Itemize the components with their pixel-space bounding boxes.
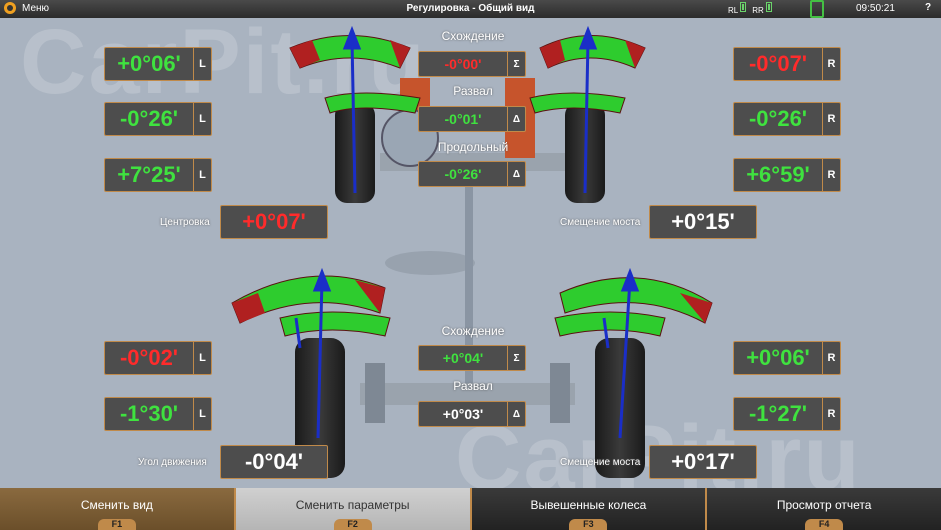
sensor-status: RL RR: [728, 2, 772, 15]
rear-right-toe-value: +0°06': [746, 345, 810, 370]
sensor-rl: RL: [728, 2, 747, 15]
side-indicator: R: [822, 159, 840, 191]
side-indicator: R: [822, 342, 840, 374]
change-view-button[interactable]: Сменить вид F1: [0, 488, 236, 530]
front-total-toe-value: -0°00': [444, 56, 482, 72]
rear-camber-diff-value: +0°03': [442, 406, 484, 422]
front-left-camber: -0°26' L: [104, 102, 212, 136]
front-setback-value: +0°15': [671, 209, 735, 234]
thrust-angle-value: -0°04': [244, 449, 304, 474]
rear-camber-diff-label: Развал: [453, 379, 493, 393]
sensor-rr: RR: [752, 2, 772, 15]
front-left-toe: +0°06' L: [104, 47, 212, 81]
side-indicator: L: [193, 398, 211, 430]
front-total-toe-label: Схождение: [441, 29, 505, 43]
front-caster-diff: -0°26' Δ: [418, 161, 526, 187]
front-right-caster: +6°59' R: [733, 158, 841, 192]
f1-key: F1: [97, 519, 136, 530]
rear-setback-label: Смещение моста: [560, 457, 641, 468]
front-setback-label: Смещение моста: [560, 217, 641, 228]
centering-value: +0°07': [242, 209, 306, 234]
delta-symbol: Δ: [507, 402, 525, 426]
rear-setback-value: +0°17': [671, 449, 735, 474]
front-caster-diff-label: Продольный: [437, 140, 509, 154]
sum-symbol: Σ: [507, 346, 525, 370]
raised-wheels-label: Вывешенные колеса: [530, 498, 647, 512]
view-report-button[interactable]: Просмотр отчета F4: [707, 488, 941, 530]
function-bar: Сменить вид F1 Сменить параметры F2 Выве…: [0, 488, 941, 530]
f2-key: F2: [333, 519, 372, 530]
front-right-toe: -0°07' R: [733, 47, 841, 81]
front-total-toe: -0°00' Σ: [418, 51, 526, 77]
raised-wheels-button[interactable]: Вывешенные колеса F3: [471, 488, 708, 530]
rear-left-camber-value: -1°30': [119, 401, 179, 426]
front-camber-diff-label: Развал: [453, 84, 493, 98]
change-parameters-button[interactable]: Сменить параметры F2: [235, 488, 472, 530]
front-right-camber: -0°26' R: [733, 102, 841, 136]
rear-left-toe-value: -0°02': [119, 345, 179, 370]
side-indicator: L: [193, 48, 211, 80]
rear-right-camber: -1°27' R: [733, 397, 841, 431]
change-parameters-label: Сменить параметры: [295, 498, 410, 512]
front-camber-diff-value: -0°01': [444, 111, 482, 127]
front-camber-diff: -0°01' Δ: [418, 106, 526, 132]
side-indicator: R: [822, 398, 840, 430]
front-setback-box: +0°15': [649, 205, 757, 239]
side-indicator: L: [193, 159, 211, 191]
thrust-angle-box: -0°04': [220, 445, 328, 479]
side-indicator: R: [822, 48, 840, 80]
front-right-camber-value: -0°26': [748, 106, 808, 131]
view-report-label: Просмотр отчета: [776, 498, 872, 512]
front-right-caster-value: +6°59': [746, 162, 810, 187]
alignment-scene: CarPit.ru CarPit.ru: [0, 11, 941, 509]
rear-left-toe: -0°02' L: [104, 341, 212, 375]
f4-key: F4: [805, 519, 844, 530]
clock: 09:50:21: [856, 3, 895, 14]
rear-setback-box: +0°17': [649, 445, 757, 479]
rear-total-toe-value: +0°04': [442, 350, 484, 366]
thrust-angle-label: Угол движения: [138, 457, 207, 468]
rear-right-toe: +0°06' R: [733, 341, 841, 375]
front-left-caster-value: +7°25': [117, 162, 181, 187]
f3-key: F3: [569, 519, 608, 530]
centering-label: Центровка: [160, 217, 210, 228]
side-indicator: L: [193, 103, 211, 135]
front-right-toe-value: -0°07': [748, 51, 808, 76]
front-left-camber-value: -0°26': [119, 106, 179, 131]
rear-left-camber: -1°30' L: [104, 397, 212, 431]
change-view-label: Сменить вид: [80, 498, 153, 512]
car-status-icon: [810, 0, 824, 18]
front-left-caster: +7°25' L: [104, 158, 212, 192]
sum-symbol: Σ: [507, 52, 525, 76]
help-button[interactable]: ?: [925, 2, 931, 13]
battery-icon: [765, 2, 772, 12]
battery-icon: [740, 2, 747, 12]
side-indicator: L: [193, 342, 211, 374]
centering-box: +0°07': [220, 205, 328, 239]
rear-total-toe: +0°04' Σ: [418, 345, 526, 371]
side-indicator: R: [822, 103, 840, 135]
rear-camber-diff: +0°03' Δ: [418, 401, 526, 427]
rear-total-toe-label: Схождение: [441, 324, 505, 338]
rear-right-camber-value: -1°27': [748, 401, 808, 426]
front-left-toe-value: +0°06': [117, 51, 181, 76]
delta-symbol: Δ: [507, 107, 525, 131]
delta-symbol: Δ: [507, 162, 525, 186]
front-caster-diff-value: -0°26': [444, 166, 482, 182]
